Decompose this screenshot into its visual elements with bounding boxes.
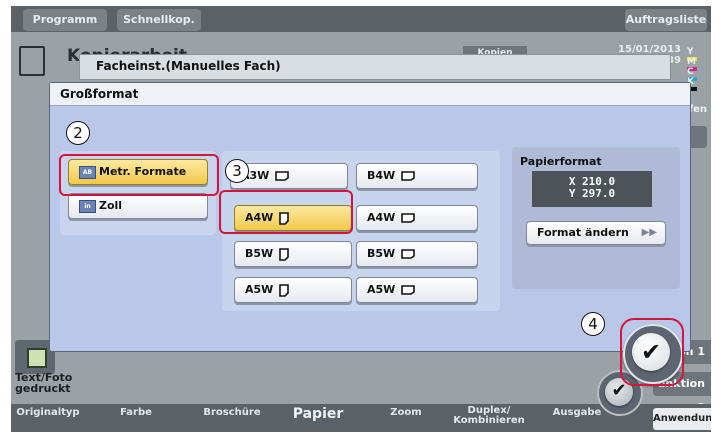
landscape-sheet-icon — [275, 171, 289, 181]
size-label: A5W — [245, 283, 274, 296]
tab-ausgabe[interactable]: Ausgabe — [547, 408, 607, 418]
original-type-value: Text/Foto gedruckt — [15, 372, 72, 394]
size-label: A4W — [367, 211, 396, 224]
manual-tray-dialog: Facheinst.(Manuelles Fach) — [79, 54, 671, 80]
inch-formats-button[interactable]: in Zoll — [68, 193, 208, 219]
highlight-ok-button — [620, 318, 684, 386]
tab-farbe[interactable]: Farbe — [111, 408, 161, 418]
tab-programm[interactable]: Programm — [23, 9, 107, 31]
manual-tray-dialog-title: Facheinst.(Manuelles Fach) — [96, 59, 281, 73]
double-arrow-icon: ▶▶ — [641, 227, 657, 238]
size-b4w-landscape[interactable]: B4W — [356, 163, 478, 189]
landscape-sheet-icon — [401, 285, 415, 295]
landscape-sheet-icon — [401, 171, 415, 181]
callout-3: 3 — [225, 159, 249, 183]
toner-levels: Y M C K — [685, 44, 707, 91]
size-label: B4W — [367, 169, 396, 182]
inch-formats-label: Zoll — [99, 199, 123, 212]
paper-format-y: Y 297.0 — [568, 187, 616, 200]
landscape-sheet-icon — [401, 249, 415, 259]
size-b5w-landscape[interactable]: B5W — [356, 241, 478, 267]
size-a5w-portrait[interactable]: A5W — [234, 277, 352, 303]
change-format-label: Format ändern — [537, 226, 629, 239]
tab-auftragsliste[interactable]: Auftragsliste — [625, 9, 707, 31]
toner-y-letter: Y — [687, 46, 694, 57]
tab-schnellkopie[interactable]: Schnellkop. — [117, 9, 201, 31]
toner-y: Y — [685, 44, 707, 61]
tab-zoom[interactable]: Zoom — [381, 408, 431, 418]
highlight-a4w-portrait — [219, 190, 353, 234]
inch-icon: in — [79, 199, 96, 213]
size-label: B5W — [245, 247, 274, 260]
portrait-sheet-icon — [279, 283, 289, 297]
toner-c: C — [685, 64, 707, 81]
copy-mode-icon — [19, 46, 45, 76]
paper-format-value: X 210.0 Y 297.0 — [532, 171, 652, 207]
change-format-button[interactable]: Format ändern ▶▶ — [526, 221, 666, 245]
landscape-sheet-icon — [401, 213, 415, 223]
highlight-metric-formats — [59, 154, 219, 196]
top-bar: Programm Schnellkop. Auftragsliste — [11, 6, 711, 32]
original-type-line2: gedruckt — [15, 382, 71, 395]
copier-screen: Programm Schnellkop. Auftragsliste Kopie… — [11, 6, 711, 432]
toner-m: M — [685, 54, 707, 71]
callout-4: 4 — [581, 312, 605, 336]
toner-m-letter: M — [687, 56, 696, 67]
size-label: B5W — [367, 247, 396, 260]
background-right-label: fen — [688, 104, 707, 115]
tab-originaltyp[interactable]: Originaltyp — [13, 408, 83, 418]
dialog-title: Großformat — [60, 87, 139, 101]
size-label: A5W — [367, 283, 396, 296]
toner-k-letter: K — [687, 76, 694, 87]
paper-format-panel: Papierformat X 210.0 Y 297.0 Format ände… — [512, 147, 680, 289]
size-a4w-landscape[interactable]: A4W — [356, 205, 478, 231]
size-b5w-portrait[interactable]: B5W — [234, 241, 352, 267]
portrait-sheet-icon — [279, 247, 289, 261]
size-a5w-landscape[interactable]: A5W — [356, 277, 478, 303]
dialog-header: Großformat — [50, 83, 690, 106]
paper-format-label: Papierformat — [520, 155, 602, 168]
text-photo-icon — [27, 348, 47, 368]
callout-2: 2 — [66, 121, 90, 145]
tab-broschuere[interactable]: Broschüre — [197, 408, 267, 418]
tab-duplex[interactable]: Duplex/ Kombinieren — [449, 406, 529, 426]
tab-papier[interactable]: Papier — [283, 406, 353, 422]
anwendung-button[interactable]: Anwendung — [653, 408, 711, 430]
toner-c-letter: C — [687, 66, 694, 77]
